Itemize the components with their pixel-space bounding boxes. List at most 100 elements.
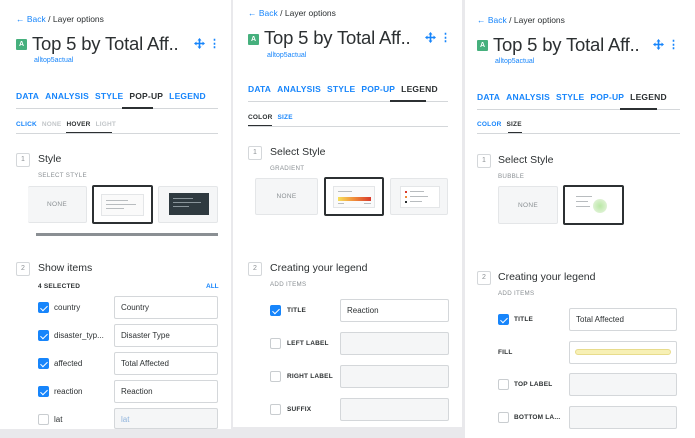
move-icon[interactable] [194,38,205,52]
legend-item-label: SUFFIX [287,406,312,413]
style-card-none[interactable]: NONE [28,186,87,223]
tab-legend[interactable]: LEGEND [401,84,438,94]
field-name: reaction [54,387,83,396]
layer-options-panel-popup: ← Back / Layer options A Top 5 by Total … [0,0,231,429]
tab-style[interactable]: STYLE [327,84,355,94]
checkbox-bottom-label[interactable] [498,412,509,423]
checkbox-affected[interactable] [38,358,49,369]
layer-title[interactable]: Top 5 by Total Aff.. [264,27,411,49]
legend-suffix-input[interactable] [340,398,449,421]
tab-style[interactable]: STYLE [95,91,123,101]
subtab-hover[interactable]: HOVER [66,121,90,128]
active-subtab-underline [508,132,522,133]
field-label-input[interactable]: Country [114,296,218,319]
step-title: Select Style [498,154,554,166]
style-scrollbar[interactable] [36,233,218,236]
subtab-hover-light[interactable]: LIGHT [96,121,117,128]
checkbox-country[interactable] [38,302,49,313]
layer-title[interactable]: Top 5 by Total Aff.. [32,33,179,55]
style-card-dark[interactable] [158,186,218,223]
legend-item-label: RIGHT LABEL [287,373,333,380]
subtab-color[interactable]: COLOR [248,114,272,121]
tab-style[interactable]: STYLE [556,92,584,102]
step-number: 1 [16,153,30,167]
subtab-click-none[interactable]: NONE [42,121,62,128]
field-name: affected [54,359,83,368]
subtab-size[interactable]: SIZE [506,121,521,128]
field-label-input[interactable]: lat [114,408,218,429]
style-card-none[interactable]: NONE [255,178,318,215]
style-card-categories[interactable] [390,178,448,215]
arrow-left-icon: ← [477,15,486,25]
tab-legend[interactable]: LEGEND [630,92,667,102]
step-number: 1 [248,146,262,160]
step-caption: ADD ITEMS [498,290,535,297]
layer-source: alltop5actual [267,52,307,59]
back-link[interactable]: ← Back / Layer options [16,14,104,24]
checkbox-right-label[interactable] [270,371,281,382]
subtab-size[interactable]: SIZE [277,114,292,121]
tab-analysis[interactable]: ANALYSIS [277,84,321,94]
legend-item-label: TOP LABEL [514,381,553,388]
checkbox-reaction[interactable] [38,386,49,397]
step-title: Select Style [270,146,326,158]
checkbox-title[interactable] [498,314,509,325]
step-caption: SELECT STYLE [38,172,87,179]
tab-legend[interactable]: LEGEND [169,91,206,101]
checkbox-lat[interactable] [38,414,49,425]
active-tab-underline [620,108,657,110]
tab-analysis[interactable]: ANALYSIS [45,91,89,101]
step-title: Show items [38,262,93,274]
layer-title[interactable]: Top 5 by Total Aff.. [493,34,640,56]
field-label-input[interactable]: Disaster Type [114,324,218,347]
step-caption: GRADIENT [270,165,305,172]
tab-data[interactable]: DATA [248,84,271,94]
checkbox-left-label[interactable] [270,338,281,349]
subtab-color[interactable]: COLOR [477,121,501,128]
layer-source: alltop5actual [495,58,535,65]
tab-data[interactable]: DATA [16,91,39,101]
legend-bottom-label-input[interactable] [569,406,677,429]
layer-letter-badge: A [248,34,259,45]
field-label-input[interactable]: Total Affected [114,352,218,375]
bubble-icon [593,199,607,213]
layer-tabs: DATA ANALYSIS STYLE POP-UP LEGEND [248,84,444,94]
legend-title-input[interactable]: Reaction [340,299,449,322]
style-card-gradient[interactable] [324,177,384,216]
tab-popup[interactable]: POP-UP [361,84,395,94]
checkbox-top-label[interactable] [498,379,509,390]
more-vertical-icon[interactable]: ⋮ [209,37,220,50]
checkbox-suffix[interactable] [270,404,281,415]
legend-title-input[interactable]: Total Affected [569,308,677,331]
fill-color-picker[interactable] [569,341,677,364]
legend-top-label-input[interactable] [569,373,677,396]
style-card-bubble[interactable] [563,185,624,225]
subtabs-divider [248,126,448,127]
more-vertical-icon[interactable]: ⋮ [440,31,451,44]
popup-preview-light [101,194,144,216]
legend-item-label: FILL [498,349,513,356]
arrow-left-icon: ← [248,8,257,18]
categories-preview [400,186,440,208]
move-icon[interactable] [425,32,436,46]
move-icon[interactable] [653,39,664,53]
style-card-light[interactable] [92,185,153,224]
subtab-click[interactable]: CLICK [16,121,37,128]
tab-popup[interactable]: POP-UP [129,91,163,101]
legend-right-label-input[interactable] [340,365,449,388]
tab-popup[interactable]: POP-UP [590,92,624,102]
tab-data[interactable]: DATA [477,92,500,102]
back-link[interactable]: ← Back / Layer options [248,8,336,18]
popup-subtabs: CLICK NONE HOVER LIGHT [16,121,121,128]
select-all-link[interactable]: ALL [206,283,219,290]
legend-left-label-input[interactable] [340,332,449,355]
field-label-input[interactable]: Reaction [114,380,218,403]
tab-analysis[interactable]: ANALYSIS [506,92,550,102]
checkbox-disaster-type[interactable] [38,330,49,341]
selected-count: 4 SELECTED [38,283,81,290]
style-card-none[interactable]: NONE [498,186,558,224]
back-link[interactable]: ← Back / Layer options [477,15,565,25]
more-vertical-icon[interactable]: ⋮ [668,38,679,51]
layer-letter-badge: A [477,40,488,51]
checkbox-title[interactable] [270,305,281,316]
